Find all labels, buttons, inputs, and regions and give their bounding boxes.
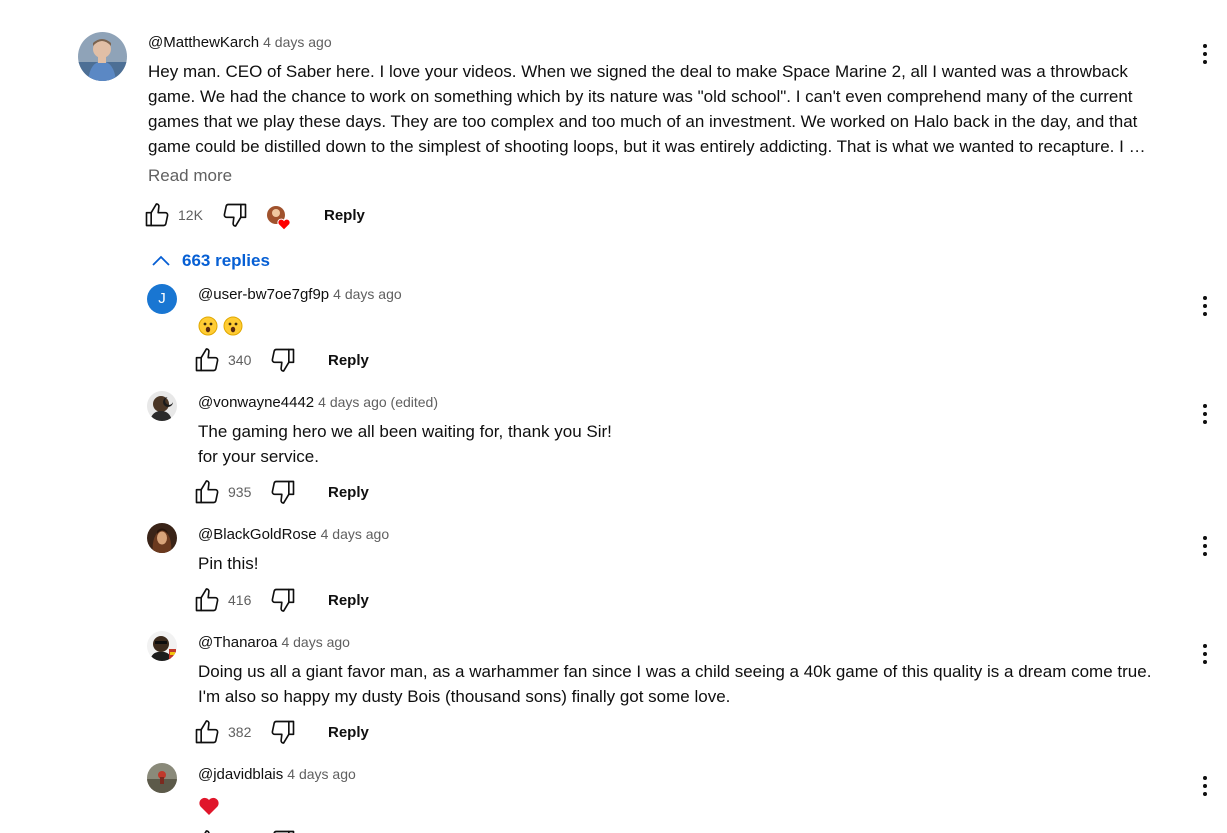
reply-button[interactable]: Reply [324,207,365,224]
like-button[interactable] [143,200,171,230]
dislike-button[interactable] [269,585,297,615]
reply-actions: 416 Reply [193,585,393,617]
avatar-jdavidblais[interactable] [147,763,177,793]
creator-heart-badge [265,204,293,232]
reply-text [198,312,248,337]
reply-menu-button[interactable] [1201,536,1209,560]
like-count: 416 [228,592,252,608]
like-button[interactable] [193,345,221,375]
avatar-thanaroa[interactable] [147,631,177,661]
like-count: 935 [228,484,252,500]
reply-author[interactable]: @Thanaroa [198,634,277,651]
like-button[interactable] [193,585,221,615]
dislike-button[interactable] [269,345,297,375]
reply-actions: 935 Reply [193,477,393,509]
reply-text: The gaming hero we all been waiting for,… [198,419,612,469]
like-count: 12K [178,207,203,223]
dislike-button[interactable] [221,200,249,230]
thumbs-down-icon [273,830,295,833]
reply-menu-button[interactable] [1201,296,1209,320]
reply-actions: 382 Reply [193,717,393,749]
reply-text-line: Pin this! [198,554,259,573]
comment-timestamp[interactable]: 4 days ago [263,34,332,50]
like-count: 340 [228,352,252,368]
thumbs-up-icon [195,348,219,372]
reply-menu-button[interactable] [1201,404,1209,428]
reply-timestamp[interactable]: 4 days ago [281,634,350,650]
thumbs-down-icon [271,588,295,612]
comment-menu-button[interactable] [1201,44,1209,68]
comment-actions: 12K Reply [143,200,383,232]
thumbs-up-icon [145,203,169,227]
avatar-blackgoldrose[interactable] [147,523,177,553]
like-count: 382 [228,724,252,740]
reply-timestamp[interactable]: 4 days ago [333,286,402,302]
avatar-vonwayne4442[interactable] [147,391,177,421]
like-button[interactable] [193,477,221,507]
replies-count-label: 663 replies [182,251,270,270]
reply-menu-button[interactable] [1201,644,1209,668]
thumbs-down-icon [271,480,295,504]
reply-author[interactable]: @user-bw7oe7gf9p [198,286,329,303]
read-more-button[interactable]: Read more [148,166,232,186]
reply-text: Pin this! [198,551,258,576]
avatar-matthewkarch[interactable] [78,32,127,81]
reply-button[interactable]: Reply [328,724,369,741]
reply-text-line: Doing us all a giant favor man, as a war… [198,662,1152,681]
thumbs-down-icon [223,203,247,227]
comment-text: Hey man. CEO of Saber here. I love your … [148,59,1146,159]
dislike-button[interactable] [269,827,297,833]
reply-actions: 340 Reply [193,345,393,377]
reply-button[interactable]: Reply [328,484,369,501]
avatar-user-bw7oe7gf9p[interactable]: J [147,284,177,314]
reply-author[interactable]: @BlackGoldRose [198,526,317,543]
reply-header: @BlackGoldRose 4 days ago [198,524,389,545]
like-button[interactable] [193,717,221,747]
comment-text-line: game could be distilled down to the simp… [148,137,1146,156]
thumbs-down-icon [271,720,295,744]
reply-text [198,792,225,817]
reply-text-line: I'm also so happy my dusty Bois (thousan… [198,687,731,706]
reply-header: @jdavidblais 4 days ago [198,764,356,785]
reply-text-line: for your service. [198,447,319,466]
reply-header: @Thanaroa 4 days ago [198,632,350,653]
like-button[interactable] [193,827,221,833]
thumbs-up-icon [204,830,210,833]
reply-author[interactable]: @vonwayne4442 [198,394,314,411]
reply-timestamp[interactable]: 4 days ago [321,526,390,542]
chevron-up-icon [152,255,170,266]
reply-menu-button[interactable] [1201,776,1209,800]
heart-icon [277,218,291,231]
thumbs-up-icon [195,480,219,504]
reply-header: @user-bw7oe7gf9p 4 days ago [198,284,402,305]
reply-actions [193,827,393,833]
replies-toggle-button[interactable]: 663 replies [150,248,270,274]
dislike-button[interactable] [269,717,297,747]
reply-text-line: The gaming hero we all been waiting for,… [198,422,612,441]
reply-timestamp[interactable]: 4 days ago [287,766,356,782]
thumbs-up-icon [195,720,219,744]
thumbs-up-icon [195,588,219,612]
comment-text-line: games that we play these days. They are … [148,112,1138,131]
astonished-face-icon [223,316,243,336]
thumbs-down-icon [271,348,295,372]
comment-text-line: Hey man. CEO of Saber here. I love your … [148,62,1128,81]
avatar-letter: J [158,290,166,307]
astonished-face-icon [198,316,218,336]
reply-text: Doing us all a giant favor man, as a war… [198,659,1151,709]
comment-header: @MatthewKarch 4 days ago [148,32,332,53]
dislike-button[interactable] [269,477,297,507]
reply-button[interactable]: Reply [328,352,369,369]
reply-author[interactable]: @jdavidblais [198,766,283,783]
reply-button[interactable]: Reply [328,592,369,609]
red-heart-icon [199,797,219,815]
reply-header: @vonwayne4442 4 days ago (edited) [198,392,438,413]
comment-text-line: game. We had the chance to work on somet… [148,87,1133,106]
reply-timestamp[interactable]: 4 days ago (edited) [318,394,438,410]
comment-author[interactable]: @MatthewKarch [148,34,259,51]
